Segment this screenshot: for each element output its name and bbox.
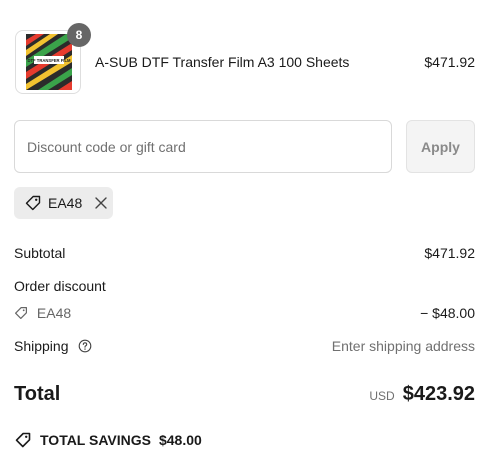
apply-button[interactable]: Apply <box>406 120 475 173</box>
shipping-value: Enter shipping address <box>331 338 475 354</box>
applied-discount-chip: EA48 <box>14 187 113 219</box>
subtotal-row: Subtotal $471.92 <box>14 245 475 261</box>
product-image: DTF TRANSFER FILM <box>26 34 72 90</box>
currency-code: USD <box>369 389 395 403</box>
close-icon[interactable] <box>94 196 108 210</box>
discount-code-row: EA48 − $48.00 <box>14 305 475 321</box>
order-discount-row: Order discount <box>14 278 475 294</box>
tag-icon <box>25 195 41 211</box>
subtotal-value: $471.92 <box>424 245 475 261</box>
total-amount: USD $423.92 <box>369 383 475 406</box>
discount-value: − $48.00 <box>420 305 475 321</box>
tag-icon <box>15 432 31 448</box>
total-row: Total USD $423.92 <box>14 383 475 409</box>
applied-code: EA48 <box>48 195 83 211</box>
question-circle-icon[interactable] <box>78 339 92 353</box>
total-savings: TOTAL SAVINGS $48.00 <box>14 431 202 449</box>
product-thumbnail: DTF TRANSFER FILM 8 <box>15 23 91 94</box>
total-value: $423.92 <box>402 383 475 405</box>
product-price: $471.92 <box>424 54 475 70</box>
discount-code-label: EA48 <box>36 305 72 321</box>
subtotal-label: Subtotal <box>14 245 66 261</box>
line-item: DTF TRANSFER FILM 8 A-SUB DTF Transfer F… <box>15 23 475 94</box>
shipping-label: Shipping <box>14 338 69 354</box>
tag-icon <box>15 307 27 319</box>
order-discount-label: Order discount <box>14 278 106 294</box>
quantity-badge: 8 <box>67 23 91 47</box>
savings-amount: $48.00 <box>158 432 202 448</box>
discount-code-input[interactable] <box>14 120 392 173</box>
savings-label: TOTAL SAVINGS <box>40 432 151 448</box>
product-name: A-SUB DTF Transfer Film A3 100 Sheets <box>95 54 350 70</box>
total-label: Total <box>14 383 61 405</box>
shipping-row: Shipping Enter shipping address <box>14 338 475 354</box>
thumbnail-label: DTF TRANSFER FILM <box>27 58 71 63</box>
